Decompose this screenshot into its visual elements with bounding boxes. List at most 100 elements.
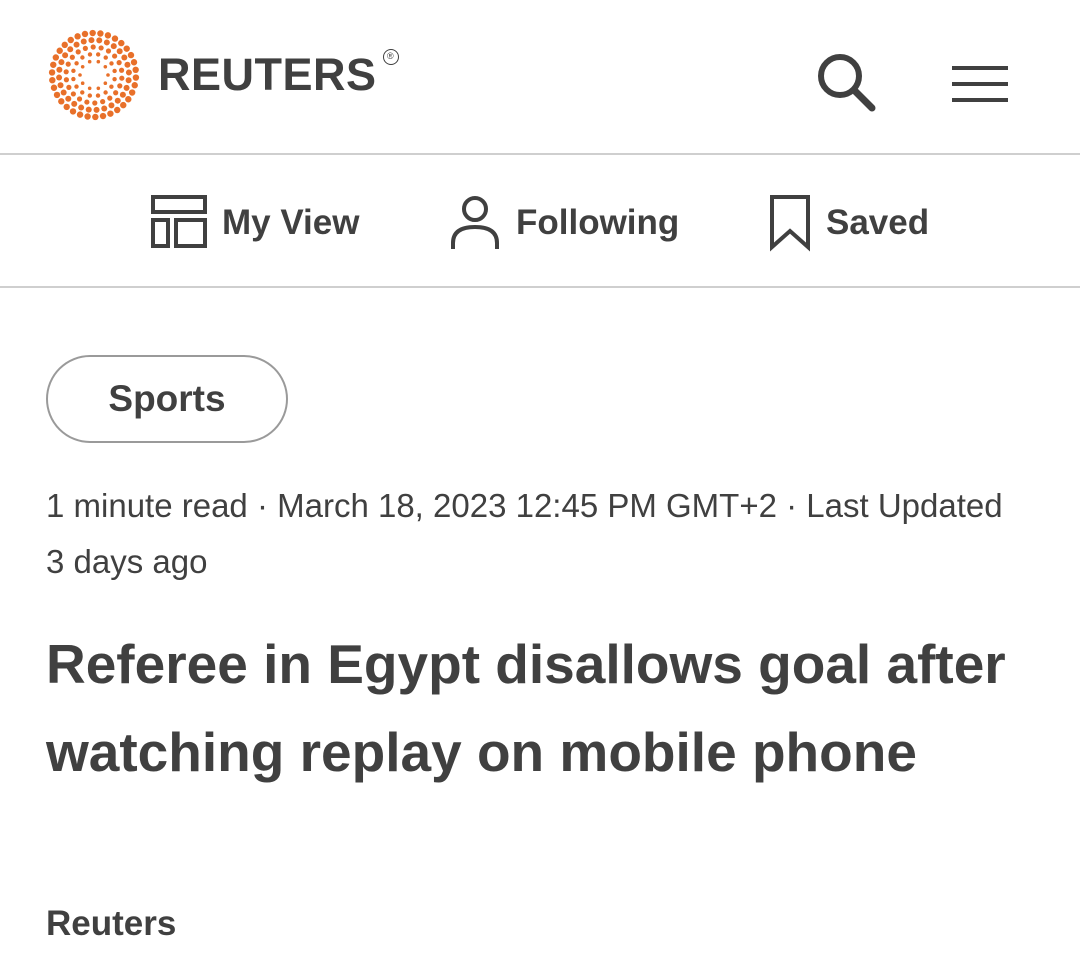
logo-dot: [56, 74, 63, 81]
logo-dot: [95, 93, 101, 98]
logo-dot: [112, 68, 117, 74]
logo-dot: [112, 53, 118, 59]
logo-dot: [74, 84, 79, 89]
logo-dot: [106, 73, 110, 77]
logo-dot: [90, 44, 96, 50]
logo-dot: [67, 46, 74, 53]
logo-dot: [127, 51, 135, 59]
section-tag-sports[interactable]: Sports: [46, 355, 288, 443]
logo-dot: [58, 98, 65, 105]
logo-dot: [63, 103, 70, 111]
logo-dot: [119, 75, 125, 81]
article-byline[interactable]: Reuters: [46, 904, 176, 944]
logo-dot: [130, 59, 138, 66]
logo-text: REUTERS: [158, 49, 377, 100]
logo-dot: [70, 91, 76, 97]
logo-dot: [96, 86, 101, 91]
logo-dot: [80, 81, 85, 86]
search-icon: [818, 54, 876, 112]
logo-dot: [56, 47, 63, 54]
logo-dot: [104, 32, 112, 39]
article-headline: Referee in Egypt disallows goal after wa…: [46, 633, 1006, 783]
subnav-label: My View: [222, 203, 360, 242]
logo-dot: [105, 48, 112, 54]
logo-dot: [95, 52, 101, 57]
logo-dot: [67, 36, 74, 44]
subnav-item-saved[interactable]: Saved: [768, 193, 929, 253]
logo-dot: [96, 37, 103, 44]
logo-dot: [103, 90, 108, 95]
logo-dot: [87, 59, 92, 64]
logo-dot: [69, 54, 75, 60]
logo-dot: [52, 54, 60, 61]
logo-dot: [124, 61, 131, 68]
logo-dot: [80, 90, 85, 95]
logo-dot: [74, 61, 79, 66]
logo-dot: [114, 106, 121, 114]
logo-dot: [50, 61, 57, 68]
logo-dot: [118, 39, 125, 47]
logo-dot: [56, 66, 63, 73]
subnav-label: Following: [516, 203, 680, 242]
logo-dot: [74, 33, 81, 40]
logo-dot: [78, 104, 85, 111]
logo-dot: [49, 76, 56, 84]
logo-dot: [87, 52, 93, 57]
logo-dot: [85, 106, 92, 113]
hamburger-menu-icon: [952, 66, 1008, 102]
logo-dot: [71, 68, 76, 74]
search-button[interactable]: [808, 44, 884, 120]
logo-dot: [93, 106, 100, 113]
logo-dot: [110, 43, 117, 50]
logo-dot: [84, 113, 91, 120]
logo-dot: [84, 99, 90, 105]
bookmark-icon: [770, 195, 810, 252]
logo-dot: [87, 93, 93, 98]
logo-dot: [132, 66, 139, 74]
reuters-logo[interactable]: REUTERS ®: [48, 29, 399, 121]
logo-dot: [71, 76, 76, 82]
logo-dot: [73, 41, 80, 48]
logo-dot: [128, 89, 136, 96]
logo-wordmark: REUTERS ®: [158, 49, 399, 101]
logo-dot: [88, 37, 95, 44]
subnav-item-following[interactable]: Following: [448, 193, 679, 253]
logo-dot: [60, 89, 67, 96]
logo-dot: [109, 84, 114, 89]
logo-dot: [119, 91, 126, 98]
logo-dot: [103, 81, 108, 86]
logo-dot: [66, 84, 72, 90]
menu-button[interactable]: [942, 46, 1018, 122]
logo-dot: [131, 82, 138, 89]
article-meta: 1 minute read · March 18, 2023 12:45 PM …: [46, 487, 1003, 580]
logo-dot: [76, 96, 83, 102]
reuters-logo-mark: [48, 29, 140, 121]
logo-dot: [101, 105, 108, 112]
logo-dot: [120, 101, 127, 109]
logo-dot: [75, 49, 81, 55]
logo-dot: [81, 30, 89, 38]
logo-dot: [57, 82, 64, 89]
logo-dot: [125, 69, 132, 76]
logo-dot: [48, 69, 56, 76]
logo-dot: [53, 91, 61, 99]
logo-dot: [71, 100, 78, 107]
person-icon: [451, 196, 499, 249]
logo-dot: [111, 35, 119, 42]
logo-dot: [61, 41, 68, 49]
logo-dot: [80, 64, 85, 69]
logo-dot: [118, 67, 125, 73]
logo-dot: [113, 90, 119, 96]
logo-dot: [117, 83, 123, 89]
logo-dot: [58, 59, 65, 66]
logo-dot: [98, 45, 104, 51]
logo-dot: [76, 111, 84, 118]
logo-dot: [108, 102, 115, 109]
logo-dot: [62, 52, 69, 59]
logo-dot: [116, 48, 123, 55]
logo-dot: [92, 113, 99, 121]
logo-dot: [100, 99, 106, 105]
sub-navigation: My View Following Saved: [0, 157, 1080, 286]
logo-dot: [96, 59, 101, 64]
subnav-item-my-view[interactable]: My View: [150, 193, 359, 253]
